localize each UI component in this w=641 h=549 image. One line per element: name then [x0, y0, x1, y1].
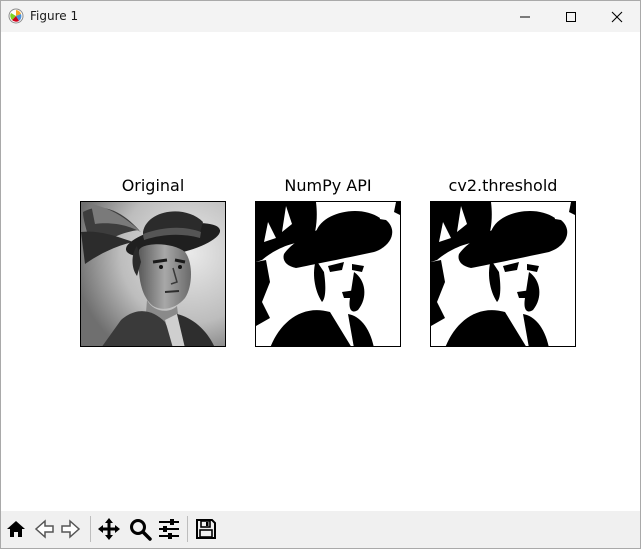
home-icon	[7, 521, 25, 537]
subplot-title-numpy: NumPy API	[284, 176, 372, 195]
title-bar[interactable]: Figure 1	[1, 1, 640, 32]
save-icon	[196, 519, 216, 539]
navigation-toolbar	[1, 511, 640, 548]
close-button[interactable]	[594, 1, 640, 32]
minimize-button[interactable]	[502, 1, 548, 32]
forward-button[interactable]	[59, 517, 83, 541]
close-icon	[611, 11, 623, 22]
back-button[interactable]	[32, 517, 56, 541]
pan-button[interactable]	[97, 517, 121, 541]
subplot-title-cv2: cv2.threshold	[448, 176, 558, 195]
configure-subplots-button[interactable]	[157, 517, 181, 541]
zoom-button[interactable]	[128, 517, 152, 541]
zoom-icon	[130, 519, 152, 541]
save-button[interactable]	[194, 517, 218, 541]
minimize-icon	[520, 16, 530, 17]
subplot-image-numpy	[255, 201, 401, 347]
toolbar-separator	[187, 516, 188, 542]
pan-icon	[98, 518, 120, 540]
maximize-button[interactable]	[548, 1, 594, 32]
configure-subplots-icon	[159, 519, 179, 539]
maximize-icon	[566, 11, 576, 22]
window-title: Figure 1	[30, 9, 79, 23]
subplot-title-original: Original	[121, 176, 185, 195]
subplot-image-original	[80, 201, 226, 347]
matplotlib-app-icon	[8, 8, 24, 24]
forward-icon	[61, 519, 81, 539]
figure-canvas[interactable]: Original NumPy API cv2.threshold	[1, 32, 640, 511]
figure-window: Figure 1 Original NumPy API cv2.threshol…	[0, 0, 641, 549]
home-button[interactable]	[4, 517, 28, 541]
back-icon	[34, 519, 54, 539]
subplot-image-cv2	[430, 201, 576, 347]
toolbar-separator	[90, 516, 91, 542]
